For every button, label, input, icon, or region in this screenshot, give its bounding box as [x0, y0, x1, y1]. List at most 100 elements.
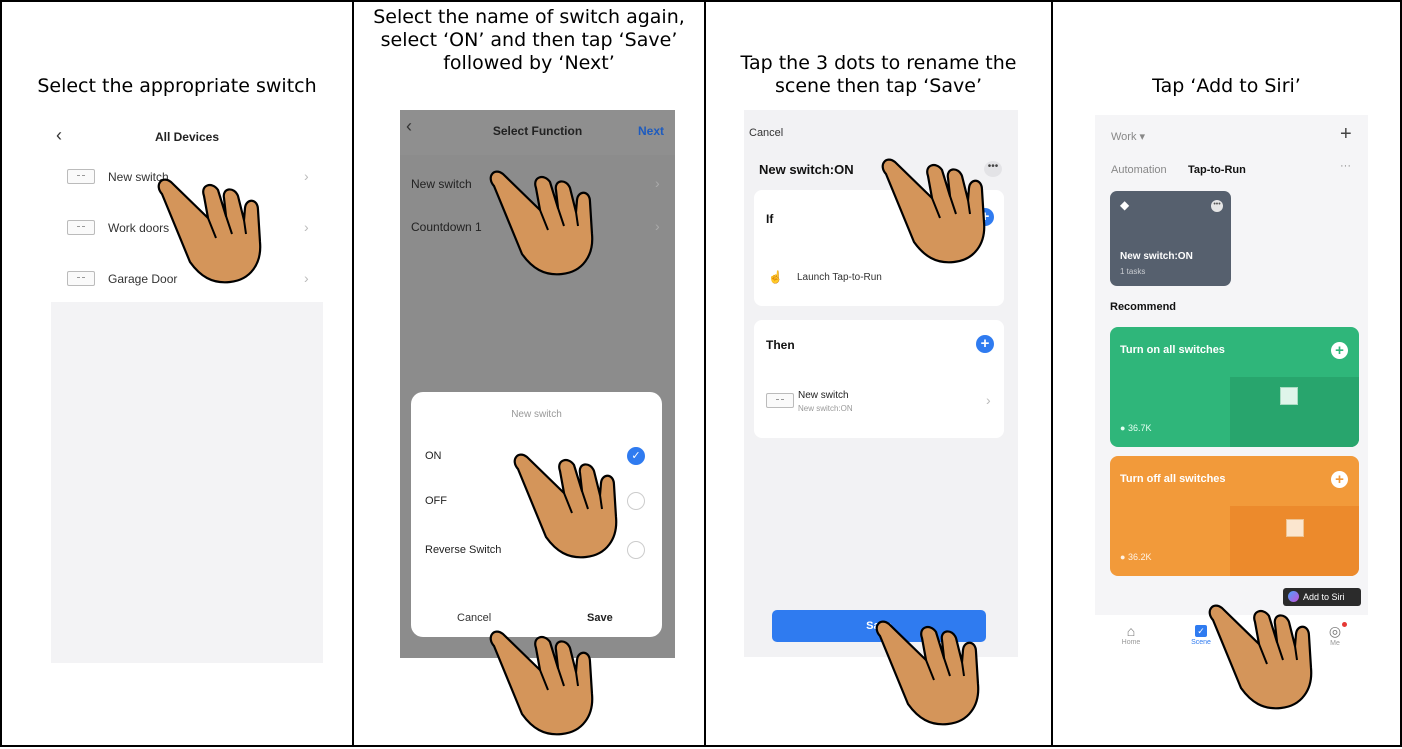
radio-icon[interactable] — [627, 492, 645, 510]
step-1-caption: Select the appropriate switch — [37, 75, 317, 97]
next-button[interactable]: Next — [638, 124, 664, 138]
ellipsis-icon[interactable]: ••• — [984, 161, 1002, 177]
scene-card[interactable]: ◆ ••• New switch:ON 1 tasks — [1110, 191, 1231, 286]
device-name: New switch — [108, 170, 169, 184]
step-2-panel: Select the name of switch again, select … — [352, 0, 706, 747]
switch-icon — [67, 220, 95, 235]
save-button[interactable]: Save — [587, 612, 613, 624]
modal-title: New switch — [511, 409, 562, 420]
function-name: New switch — [411, 177, 472, 191]
caret-down-icon: ▾ — [1139, 131, 1146, 143]
scene-card-subtitle: 1 tasks — [1120, 267, 1146, 276]
then-label: Then — [766, 338, 795, 352]
plus-icon[interactable]: + — [1331, 342, 1348, 359]
chevron-right-icon: › — [304, 168, 309, 184]
recommend-card-title: Turn off all switches — [1120, 473, 1226, 485]
step-1-panel: Select the appropriate switch ‹ All Devi… — [0, 0, 354, 747]
chevron-right-icon: › — [655, 175, 660, 191]
tab-tap-to-run[interactable]: Tap-to-Run — [1188, 164, 1246, 176]
tag-icon: ◆ — [1120, 198, 1130, 212]
cancel-button[interactable]: Cancel — [749, 127, 783, 139]
nav-label: Me — [1330, 640, 1340, 647]
plus-icon[interactable]: + — [976, 208, 994, 226]
switch-icon — [67, 169, 95, 184]
then-card: Then + New switch New switch:ON › — [754, 320, 1004, 438]
chevron-right-icon: › — [304, 270, 309, 286]
nav-label: Scene — [1191, 639, 1211, 646]
recommend-label: Recommend — [1110, 301, 1177, 313]
nav-scene[interactable]: ✓ Scene — [1183, 623, 1219, 646]
empty-area — [51, 302, 323, 663]
add-icon[interactable]: + — [1340, 123, 1352, 146]
recommend-card-count: ● 36.2K — [1120, 552, 1151, 562]
notification-dot — [1342, 622, 1347, 627]
fire-icon: ● — [1120, 552, 1126, 562]
fire-icon: ● — [1120, 423, 1126, 433]
nav-home[interactable]: ⌂ Home — [1113, 623, 1149, 646]
option-on[interactable]: ON ✓ — [411, 442, 662, 472]
chevron-right-icon: › — [655, 218, 660, 234]
add-to-siri-button[interactable]: Add to Siri — [1283, 588, 1361, 606]
check-icon[interactable]: ✓ — [627, 447, 645, 465]
plus-icon[interactable]: + — [1331, 471, 1348, 488]
switch-icon — [67, 271, 95, 286]
nav-me[interactable]: ◎ Me — [1317, 623, 1353, 647]
scene-name: New switch:ON — [759, 162, 854, 177]
step-4-panel: Tap ‘Add to Siri’ Work ▾ + Automation Ta… — [1051, 0, 1402, 747]
function-row-countdown[interactable]: Countdown 1 › — [400, 208, 675, 242]
cancel-button[interactable]: Cancel — [457, 612, 491, 624]
page-title: Select Function — [492, 124, 583, 138]
device-name: Work doors — [108, 221, 170, 235]
recommend-card-off[interactable]: Turn off all switches + ● 36.2K — [1110, 456, 1359, 576]
count-value: 36.7K — [1127, 423, 1152, 433]
bottom-nav: ⌂ Home ✓ Scene ◎ Me — [1095, 615, 1368, 663]
switch-icon — [766, 393, 794, 408]
select-function-screen: ‹ Select Function Next New switch › Coun… — [400, 110, 675, 658]
nav-label: Home — [1121, 639, 1141, 646]
recommend-card-on[interactable]: Turn on all switches + ● 36.7K — [1110, 327, 1359, 447]
plus-icon[interactable]: + — [976, 335, 994, 353]
nav-bar: ‹ Select Function Next — [400, 110, 675, 155]
switch-icon — [1286, 519, 1304, 537]
function-row-new-switch[interactable]: New switch › — [400, 165, 675, 199]
recommend-card-title: Turn on all switches — [1120, 344, 1225, 356]
scene-edit-screen: Cancel New switch:ON ••• If + ☝ Launch T… — [744, 110, 1018, 657]
count-value: 36.2K — [1127, 552, 1152, 562]
device-row-new-switch[interactable]: New switch › — [51, 163, 323, 193]
chevron-right-icon: › — [304, 219, 309, 235]
home-selector[interactable]: Work ▾ — [1111, 130, 1145, 143]
ellipsis-icon[interactable]: ••• — [1211, 200, 1223, 212]
step-3-caption: Tap the 3 dots to rename the scene then … — [740, 52, 1017, 97]
if-card: If + ☝ Launch Tap-to-Run — [754, 190, 1004, 306]
page-title: All Devices — [154, 130, 220, 144]
step-3-panel: Tap the 3 dots to rename the scene then … — [704, 0, 1053, 747]
device-name: Garage Door — [108, 272, 178, 286]
if-label: If — [766, 212, 774, 226]
switch-icon — [1280, 387, 1298, 405]
option-reverse[interactable]: Reverse Switch — [411, 536, 662, 566]
if-item[interactable]: Launch Tap-to-Run — [797, 272, 882, 283]
add-to-siri-label: Add to Siri — [1303, 592, 1345, 602]
scene-list-screen: Work ▾ + Automation Tap-to-Run ··· ◆ •••… — [1095, 115, 1368, 663]
tab-automation[interactable]: Automation — [1111, 164, 1167, 176]
function-modal: New switch ON ✓ OFF Reverse Switch Cance… — [411, 392, 662, 637]
chevron-right-icon: › — [986, 392, 991, 408]
profile-icon: ◎ — [1328, 623, 1342, 639]
then-item-title[interactable]: New switch — [798, 390, 849, 401]
radio-icon[interactable] — [627, 541, 645, 559]
then-item-subtitle: New switch:ON — [798, 404, 853, 413]
save-button[interactable]: Save — [772, 610, 986, 642]
option-label: ON — [425, 450, 442, 462]
tap-icon: ☝ — [768, 270, 783, 284]
step-4-caption: Tap ‘Add to Siri’ — [1152, 75, 1301, 97]
all-devices-screen: ‹ All Devices New switch › Work doors › … — [51, 115, 323, 663]
device-row-work-doors[interactable]: Work doors › — [51, 214, 323, 244]
option-off[interactable]: OFF — [411, 487, 662, 517]
more-icon[interactable]: ··· — [1340, 160, 1351, 172]
function-name: Countdown 1 — [411, 220, 482, 234]
recommend-card-count: ● 36.7K — [1120, 423, 1151, 433]
home-icon: ⌂ — [1126, 623, 1136, 639]
device-row-garage-door[interactable]: Garage Door › — [51, 265, 323, 295]
home-name: Work — [1111, 131, 1137, 143]
step-2-caption: Select the name of switch again, select … — [373, 6, 685, 74]
